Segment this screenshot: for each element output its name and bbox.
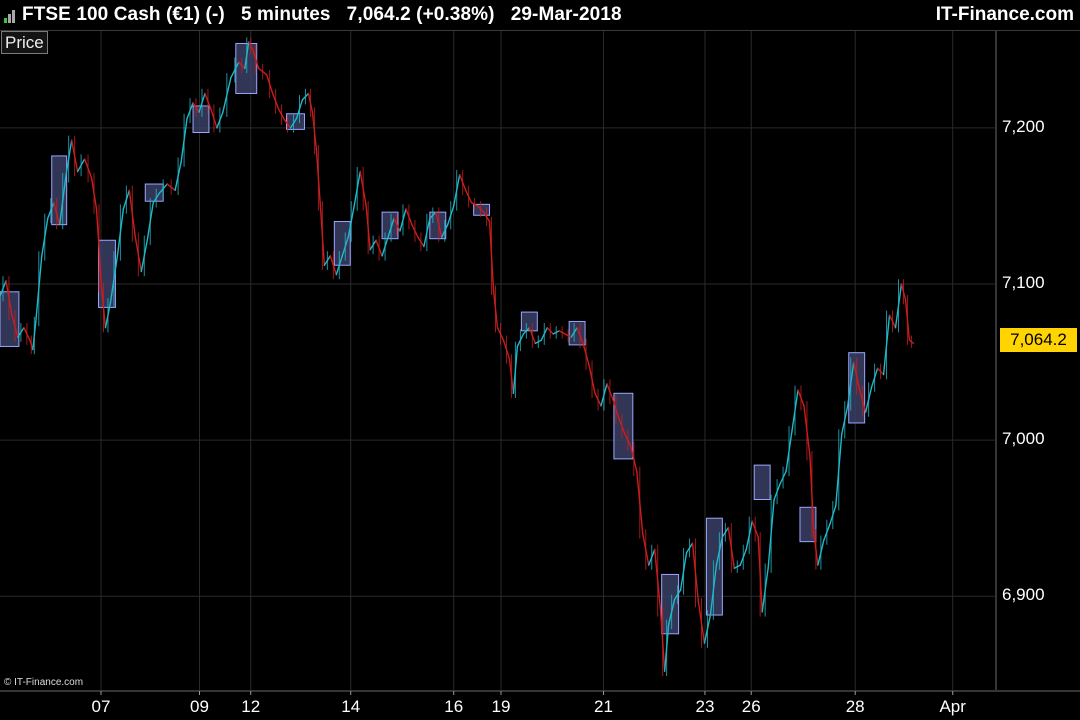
x-tick-label: Apr xyxy=(939,697,966,716)
range-box xyxy=(613,392,634,460)
range-box xyxy=(753,464,771,500)
y-tick-label: 7,100 xyxy=(1002,272,1045,292)
last-price-badge: 7,064.2 xyxy=(1000,327,1077,352)
chart-grid xyxy=(0,31,995,690)
y-tick-label: 6,900 xyxy=(1002,585,1045,605)
x-tick-label: 07 xyxy=(91,697,111,716)
x-tick-label: 28 xyxy=(845,697,865,716)
range-box xyxy=(661,573,680,635)
range-box xyxy=(705,517,723,616)
price-tab[interactable]: Price xyxy=(1,31,48,54)
chart-axes xyxy=(0,31,1080,695)
copyright-label: © IT-Finance.com xyxy=(4,677,84,688)
range-box xyxy=(192,105,210,134)
x-tick-label: 14 xyxy=(341,697,361,716)
price-series xyxy=(0,37,915,676)
x-tick-label: 21 xyxy=(593,697,613,716)
range-box xyxy=(333,221,351,266)
range-boxes xyxy=(0,42,866,635)
x-tick-label: 09 xyxy=(190,697,209,716)
range-box xyxy=(381,211,399,240)
y-tick-label: 7,200 xyxy=(1002,116,1045,136)
y-tick-label: 7,000 xyxy=(1002,429,1045,449)
x-tick-label: 16 xyxy=(444,697,464,716)
price-chart[interactable] xyxy=(0,0,1080,720)
x-tick-label: 23 xyxy=(695,697,715,716)
x-tick-label: 19 xyxy=(491,697,511,716)
x-tick-label: 26 xyxy=(741,697,761,716)
x-tick-label: 12 xyxy=(241,697,261,716)
